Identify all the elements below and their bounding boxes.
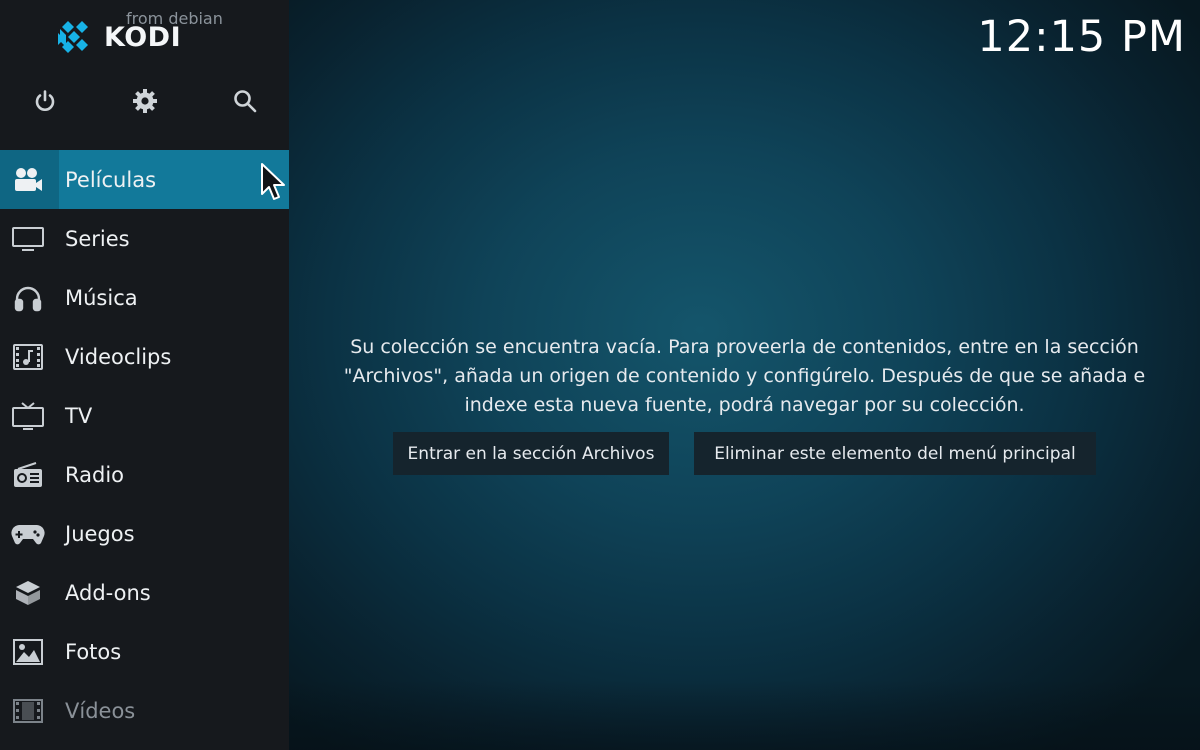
logo-text: KODI [104, 22, 182, 53]
remove-menu-item-button[interactable]: Eliminar este elemento del menú principa… [694, 432, 1096, 475]
menu-item-label: Series [65, 226, 130, 251]
clock: 12:15 PM [977, 12, 1186, 62]
menu-item-label: TV [65, 403, 93, 428]
gear-icon[interactable] [128, 84, 162, 118]
picture-icon [10, 634, 46, 670]
music-video-icon [10, 339, 46, 375]
menu-item-videoclips[interactable]: Videoclips [0, 327, 289, 386]
menu-item-peliculas[interactable]: Películas [0, 150, 289, 209]
live-tv-icon [10, 398, 46, 434]
menu-item-tv[interactable]: TV [0, 386, 289, 445]
menu-item-label: Radio [65, 462, 125, 487]
kodi-logo: from debian KODI [56, 9, 236, 60]
search-icon[interactable] [228, 84, 262, 118]
menu-item-videos[interactable]: Vídeos [0, 681, 289, 740]
main-menu: Películas Series Música Videoclips TV Ra… [0, 150, 289, 740]
menu-item-series[interactable]: Series [0, 209, 289, 268]
empty-library-message: Su colección se encuentra vacía. Para pr… [289, 333, 1200, 420]
message-line: indexe esta nueva fuente, podrá navegar … [464, 394, 1025, 416]
menu-item-juegos[interactable]: Juegos [0, 504, 289, 563]
menu-item-label: Vídeos [65, 698, 136, 723]
mouse-pointer-icon [261, 163, 285, 200]
menu-item-label: Música [65, 285, 138, 310]
menu-item-radio[interactable]: Radio [0, 445, 289, 504]
menu-item-label: Add-ons [65, 580, 151, 605]
addons-box-icon [10, 575, 46, 611]
menu-item-label: Juegos [65, 521, 135, 546]
gamepad-icon [10, 516, 46, 552]
menu-item-label: Películas [65, 167, 157, 192]
kodi-logo-icon [58, 21, 88, 53]
top-icon-bar [0, 84, 289, 118]
tv-monitor-icon [10, 221, 46, 257]
menu-item-addons[interactable]: Add-ons [0, 563, 289, 622]
menu-item-label: Fotos [65, 639, 122, 664]
menu-item-musica[interactable]: Música [0, 268, 289, 327]
menu-item-fotos[interactable]: Fotos [0, 622, 289, 681]
enter-files-section-button[interactable]: Entrar en la sección Archivos [393, 432, 669, 475]
movie-camera-icon [10, 162, 46, 198]
power-icon[interactable] [28, 84, 62, 118]
message-line: "Archivos", añada un origen de contenido… [343, 365, 1146, 387]
bottom-shade [289, 680, 1200, 750]
sidebar: from debian KODI Películas Series Música… [0, 0, 289, 750]
radio-icon [10, 457, 46, 493]
menu-item-label: Videoclips [65, 344, 172, 369]
headphones-icon [10, 280, 46, 316]
message-line: Su colección se encuentra vacía. Para pr… [350, 336, 1139, 358]
film-strip-icon [10, 693, 46, 729]
